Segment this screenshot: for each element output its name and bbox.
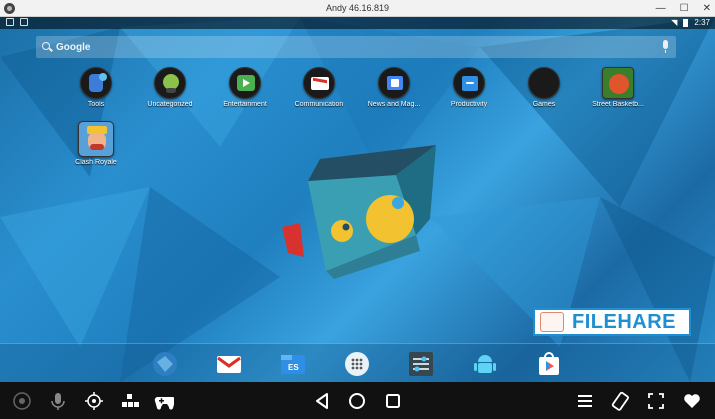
app-label: Productivity — [450, 101, 488, 108]
android-icon[interactable] — [471, 350, 499, 378]
app-label: Entertainment — [223, 101, 267, 108]
dock: ES — [0, 343, 715, 382]
folder-tools[interactable]: Tools — [61, 67, 131, 108]
emulator-window: Andy 46.16.819 — ☐ ✕ ◥ 2:37 Google Tools… — [0, 0, 715, 419]
folder-games[interactable]: Games — [509, 67, 579, 108]
gamepad-icon[interactable] — [154, 391, 174, 411]
clash-royale-app-icon — [78, 121, 114, 157]
menu-icon[interactable] — [575, 391, 595, 411]
app-label: News and Mag... — [367, 101, 421, 108]
folder-uncategorized[interactable]: Uncategorized — [135, 67, 205, 108]
google-search-bar[interactable]: Google — [36, 36, 676, 58]
notification-icon — [6, 18, 14, 26]
folder-news-and-magazines[interactable]: News and Mag... — [359, 67, 429, 108]
maximize-button[interactable]: ☐ — [680, 3, 689, 14]
rabbit-logo-icon — [540, 312, 564, 332]
file-explorer-icon[interactable]: ES — [279, 350, 307, 378]
search-placeholder: Google — [56, 41, 91, 53]
basketball-app-icon — [602, 67, 634, 99]
uncategorized-folder-icon — [154, 67, 186, 99]
title-bar: Andy 46.16.819 — ☐ ✕ — [0, 0, 715, 17]
games-folder-icon — [528, 67, 560, 99]
screenshot-icon — [20, 18, 28, 26]
productivity-folder-icon — [453, 67, 485, 99]
svg-text:ES: ES — [288, 363, 299, 372]
clock: 2:37 — [694, 18, 710, 27]
keymap-icon[interactable] — [120, 391, 140, 411]
close-button[interactable]: ✕ — [703, 3, 711, 14]
remote-control-icon[interactable] — [12, 391, 32, 411]
battery-icon — [683, 18, 689, 27]
folder-communication[interactable]: Communication — [284, 67, 354, 108]
back-icon[interactable] — [312, 391, 332, 411]
andy-logo-icon — [282, 145, 436, 279]
browser-icon[interactable] — [151, 350, 179, 378]
folder-entertainment[interactable]: Entertainment — [210, 67, 280, 108]
watermark-text: FILEHARE — [572, 310, 676, 333]
app-label: Uncategorized — [147, 101, 193, 108]
app-label: Street Basketb... — [592, 101, 644, 108]
app-label: Communication — [294, 101, 344, 108]
search-icon — [42, 42, 50, 50]
window-title: Andy 46.16.819 — [325, 3, 390, 13]
communication-folder-icon — [303, 67, 335, 99]
settings-icon[interactable] — [407, 350, 435, 378]
folder-productivity[interactable]: Productivity — [434, 67, 504, 108]
news-folder-icon — [378, 67, 410, 99]
play-store-icon[interactable] — [535, 350, 563, 378]
location-icon[interactable] — [84, 391, 104, 411]
status-bar: ◥ 2:37 — [0, 17, 715, 29]
entertainment-folder-icon — [229, 67, 261, 99]
fullscreen-icon[interactable] — [646, 391, 666, 411]
app-label: Clash Royale — [75, 159, 117, 166]
app-logo-icon — [4, 3, 15, 14]
gmail-icon[interactable] — [215, 350, 243, 378]
app-drawer-icon[interactable] — [343, 350, 371, 378]
app-label: Tools — [87, 101, 105, 108]
emulator-control-bar — [0, 382, 715, 419]
android-home-screen: ◥ 2:37 Google Tools Uncategorized Entert… — [0, 17, 715, 382]
microphone-icon[interactable] — [48, 391, 68, 411]
tools-folder-icon — [80, 67, 112, 99]
app-street-basketball[interactable]: Street Basketb... — [583, 67, 653, 108]
app-label: Games — [532, 101, 556, 108]
app-clash-royale[interactable]: Clash Royale — [61, 121, 131, 166]
filehare-watermark: FILEHARE — [533, 308, 691, 336]
recent-apps-icon[interactable] — [383, 391, 403, 411]
rotate-icon[interactable] — [610, 391, 630, 411]
minimize-button[interactable]: — — [656, 3, 666, 14]
mic-icon[interactable] — [663, 40, 668, 53]
heart-icon[interactable] — [682, 391, 702, 411]
home-icon[interactable] — [347, 391, 367, 411]
wifi-icon: ◥ — [671, 18, 678, 27]
